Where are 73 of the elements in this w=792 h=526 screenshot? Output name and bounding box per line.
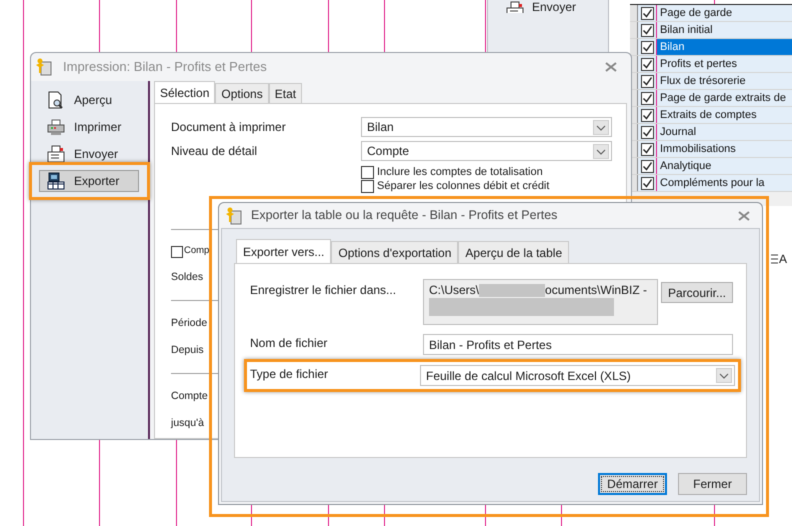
list-item[interactable]: Immobilisations: [657, 141, 792, 157]
toolbar-label[interactable]: A: [779, 250, 788, 268]
checkbox[interactable]: [361, 180, 374, 192]
field-label: jusqu'à: [171, 416, 204, 431]
sidebar-item[interactable]: Envoyer: [506, 0, 576, 14]
window-title: Impression: Bilan - Profits et Pertes: [63, 58, 268, 76]
field-label: Document à imprimer: [171, 119, 287, 136]
tab[interactable]: Etat: [268, 83, 302, 103]
dialog-button[interactable]: Fermer: [678, 473, 747, 495]
checkbox[interactable]: [640, 142, 654, 156]
sidebar-item[interactable]: Aperçu: [39, 89, 139, 111]
checkbox[interactable]: [640, 40, 654, 54]
chevron-down-icon: [593, 120, 609, 134]
checkbox[interactable]: [640, 92, 654, 104]
path-text: C:\Users\: [429, 282, 480, 299]
checkbox[interactable]: [640, 176, 654, 190]
dropdown[interactable]: Compte: [361, 141, 612, 161]
tab[interactable]: Options: [215, 83, 269, 103]
list-item[interactable]: Profits et pertes: [657, 56, 792, 72]
dialog-button[interactable]: Démarrer: [598, 473, 667, 495]
checkbox[interactable]: [640, 74, 654, 88]
checkbox-label: Comp: [184, 244, 210, 258]
field-label: Depuis: [171, 342, 204, 358]
field-label: Type de fichier: [250, 366, 330, 383]
close-icon: [605, 62, 617, 72]
checkbox[interactable]: [640, 24, 654, 36]
path-text: ocuments\WinBIZ -: [545, 282, 648, 299]
checkbox[interactable]: [640, 58, 654, 70]
magnifier-page-icon: [47, 91, 65, 109]
field-label: Soldes: [171, 270, 204, 285]
dropdown[interactable]: Feuille de calcul Microsoft Excel (XLS): [420, 365, 735, 386]
list-item[interactable]: Bilan: [657, 39, 792, 55]
tab[interactable]: Options d'exportation: [331, 241, 458, 263]
checkbox[interactable]: [640, 6, 654, 20]
checkbox[interactable]: [640, 160, 654, 172]
field-label: Niveau de détail: [171, 143, 258, 160]
list-item[interactable]: Compléments pour la: [657, 175, 792, 191]
filename-input[interactable]: Bilan - Profits et Pertes: [423, 334, 733, 355]
list-item[interactable]: Journal: [657, 124, 792, 140]
checkbox[interactable]: [361, 166, 374, 178]
field-label: Enregistrer le fichier dans...: [250, 282, 398, 299]
printer-document-icon: [506, 1, 524, 13]
list-item[interactable]: Page de garde extraits de: [657, 90, 792, 106]
dropdown[interactable]: Bilan: [361, 117, 612, 137]
close-icon: [738, 210, 750, 220]
browse-button[interactable]: Parcourir...: [660, 282, 733, 303]
sidebar-item[interactable]: Exporter: [39, 170, 139, 192]
tab[interactable]: Aperçu de la table: [458, 241, 570, 263]
checkbox[interactable]: [640, 108, 654, 122]
computer-table-icon: [47, 172, 65, 190]
list-item[interactable]: Extraits de comptes: [657, 107, 792, 123]
sidebar-item[interactable]: Imprimer: [39, 116, 139, 138]
list-item[interactable]: Bilan initial: [657, 22, 792, 38]
chevron-down-icon: [593, 144, 609, 158]
checkbox-label: Inclure les comptes de totalisation: [377, 164, 543, 180]
field-label: Compte: [171, 388, 208, 404]
tab[interactable]: Sélection: [154, 81, 216, 103]
checkbox[interactable]: [171, 246, 183, 258]
tab[interactable]: Exporter vers...: [236, 239, 332, 263]
list-item[interactable]: Analytique: [657, 158, 792, 174]
checkbox-label: Séparer les colonnes débit et crédit: [377, 178, 550, 194]
checkbox[interactable]: [640, 126, 654, 138]
window-title: Exporter la table ou la requête - Bilan - Profits et Pertes: [251, 207, 558, 224]
sidebar-item[interactable]: Envoyer: [39, 143, 139, 165]
printer-icon: [47, 118, 65, 136]
field-label: Période: [171, 316, 208, 331]
printer-document-icon: [47, 145, 65, 163]
chevron-down-icon: [716, 368, 732, 383]
app-icon: [225, 206, 243, 224]
app-icon: [35, 58, 53, 76]
list-item[interactable]: Page de garde: [657, 5, 792, 21]
field-label: Nom de fichier: [250, 335, 328, 352]
list-item[interactable]: Flux de trésorerie: [657, 73, 792, 89]
